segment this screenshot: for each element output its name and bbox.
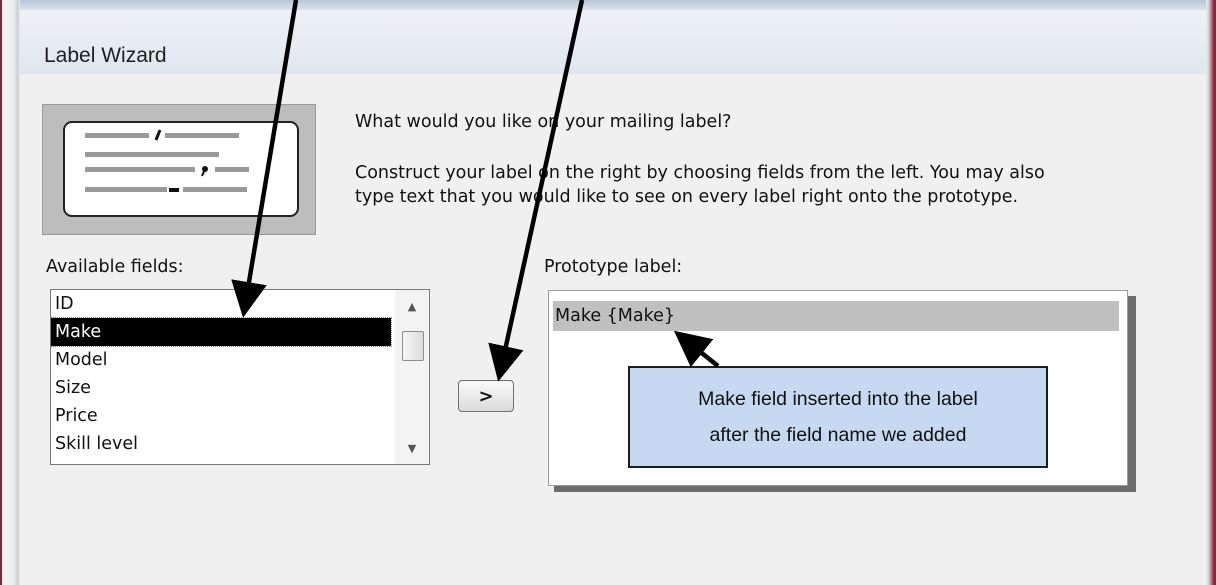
scroll-down-icon[interactable]: ▼ xyxy=(395,434,429,462)
prototype-line-1[interactable]: Make {Make} xyxy=(553,301,1119,331)
window-right-frame xyxy=(1206,0,1216,585)
list-scrollbar[interactable]: ▲ ▼ xyxy=(395,290,429,464)
field-item-skill-level[interactable]: Skill level xyxy=(51,430,391,458)
parent-window-strip xyxy=(0,0,1216,10)
prototype-label-heading: Prototype label: xyxy=(544,257,683,277)
label-preview-icon xyxy=(42,104,316,235)
label-lines-graphic xyxy=(85,129,249,192)
scrollbar-thumb[interactable] xyxy=(402,331,424,361)
field-item-make[interactable]: Make xyxy=(51,317,392,347)
available-fields-label: Available fields: xyxy=(46,257,184,277)
callout-line-1: Make field inserted into the label xyxy=(698,388,978,410)
instructions-line-2: type text that you would like to see on … xyxy=(355,187,1019,207)
field-item-size[interactable]: Size xyxy=(51,374,391,402)
add-field-button[interactable]: > xyxy=(458,380,514,412)
annotation-callout: Make field inserted into the label after… xyxy=(628,366,1048,468)
field-item-model[interactable]: Model xyxy=(51,346,391,374)
scroll-up-icon[interactable]: ▲ xyxy=(395,292,429,320)
callout-line-2: after the field name we added xyxy=(709,424,967,446)
window-left-frame xyxy=(0,0,20,585)
field-item-id[interactable]: ID xyxy=(51,290,391,318)
available-fields-list[interactable]: ID Make Model Size Price Skill level ▲ ▼ xyxy=(50,289,430,465)
field-item-price[interactable]: Price xyxy=(51,402,391,430)
label-card-graphic xyxy=(63,121,299,217)
mailing-label-question: What would you like on your mailing labe… xyxy=(355,112,732,132)
instructions-line-1: Construct your label on the right by cho… xyxy=(355,163,1045,183)
window-title: Label Wizard xyxy=(44,44,167,67)
title-bar[interactable]: Label Wizard xyxy=(20,10,1206,74)
